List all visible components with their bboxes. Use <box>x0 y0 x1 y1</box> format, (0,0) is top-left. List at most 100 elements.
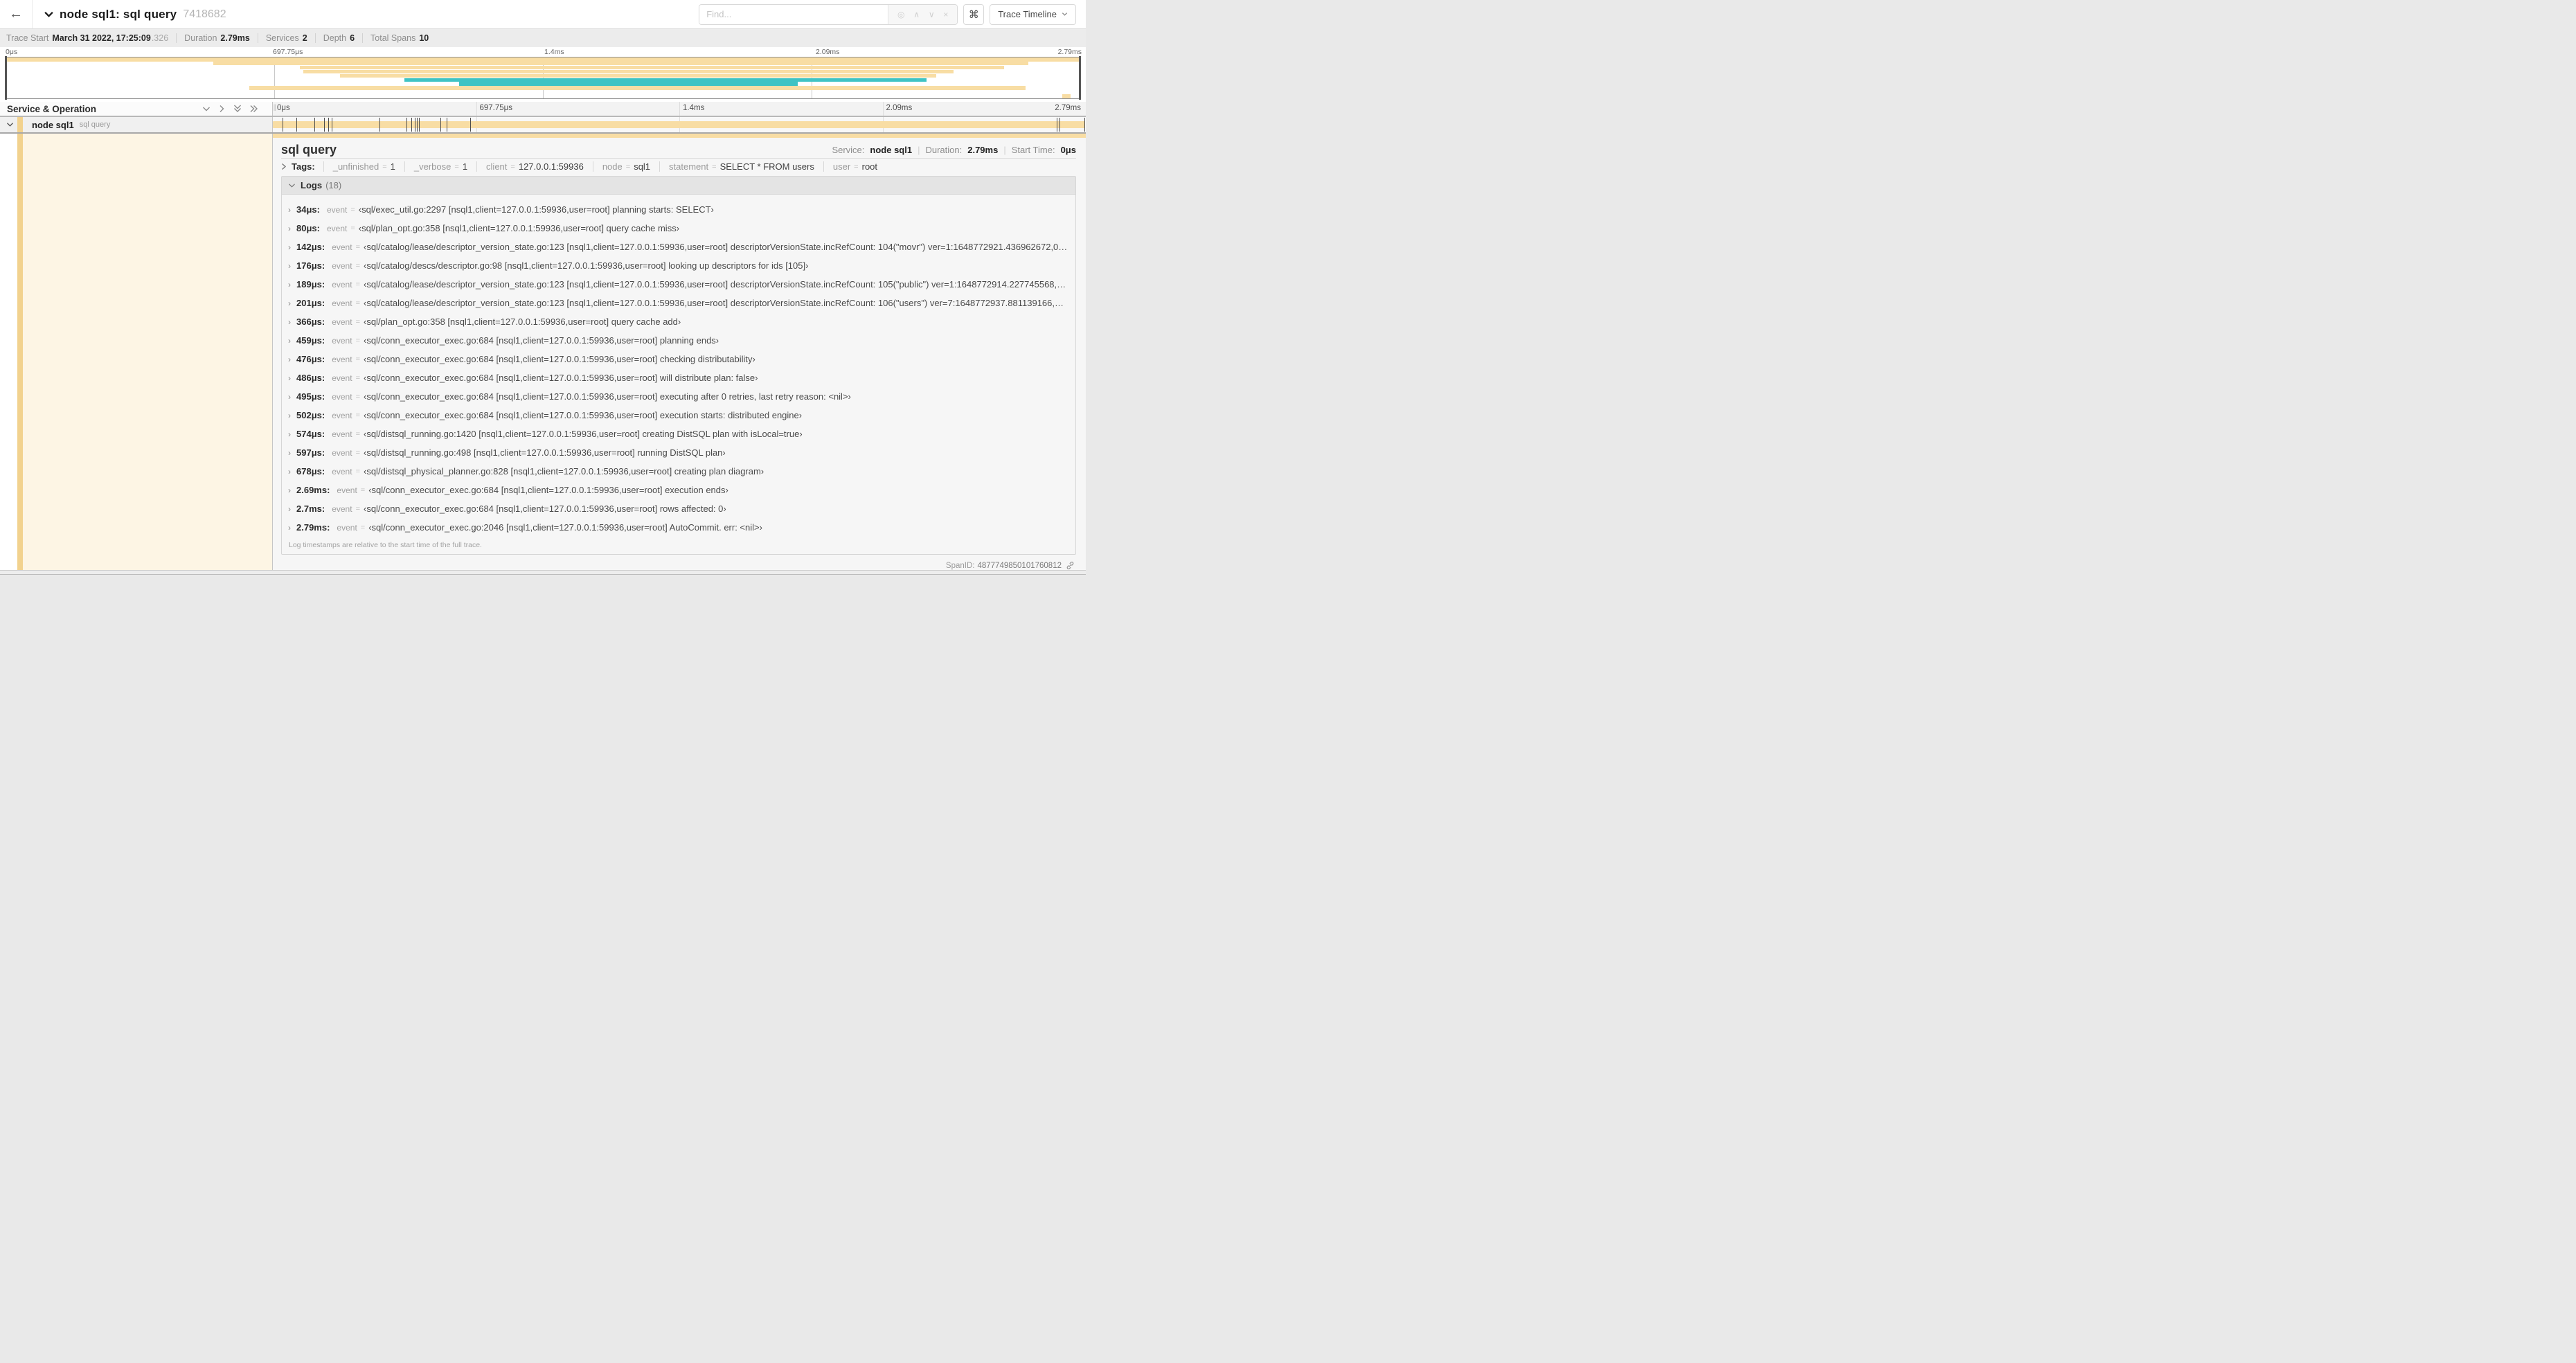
span-collapse-chevron-icon[interactable] <box>6 122 14 127</box>
deep-link-icon[interactable] <box>1066 561 1075 570</box>
trace-timeline-page: ← node sql1: sql query 7418682 ◎ ∧ ∨ × ⌘… <box>0 0 1086 575</box>
logs-accordion-header[interactable]: Logs (18) <box>282 177 1075 195</box>
previous-result-icon[interactable]: ∧ <box>913 10 920 19</box>
minimap-span-bar <box>1062 94 1071 98</box>
tag-key: user <box>832 161 851 172</box>
log-message: ‹sql/conn_executor_exec.go:684 [nsql1,cl… <box>364 391 851 402</box>
log-entry[interactable]: › 502μs: event = ‹sql/conn_executor_exec… <box>288 406 1068 425</box>
log-entry[interactable]: › 201μs: event = ‹sql/catalog/lease/desc… <box>288 294 1068 312</box>
find-input[interactable] <box>699 4 888 24</box>
minimap-span-bar <box>339 73 937 78</box>
minimap-span-bar <box>303 69 954 74</box>
log-entry[interactable]: › 678μs: event = ‹sql/distsql_physical_p… <box>288 462 1068 481</box>
keyboard-shortcuts-button[interactable]: ⌘ <box>963 3 985 25</box>
back-button[interactable]: ← <box>0 0 33 28</box>
chevron-right-icon: › <box>288 466 291 476</box>
expand-one-icon[interactable] <box>219 105 225 113</box>
log-entry[interactable]: › 2.79ms: event = ‹sql/conn_executor_exe… <box>288 518 1068 537</box>
log-entry[interactable]: › 476μs: event = ‹sql/conn_executor_exec… <box>288 350 1068 368</box>
log-field-name: event <box>332 242 352 252</box>
minimap-tick-label: 1.4ms <box>544 48 564 56</box>
view-selector-button[interactable]: Trace Timeline <box>990 3 1076 25</box>
log-entry[interactable]: › 176μs: event = ‹sql/catalog/descs/desc… <box>288 256 1068 275</box>
log-message: ‹sql/plan_opt.go:358 [nsql1,client=127.0… <box>358 223 680 233</box>
equals-sign: = <box>712 162 717 171</box>
log-entry[interactable]: › 597μs: event = ‹sql/distsql_running.go… <box>288 443 1068 462</box>
chevron-right-icon: › <box>288 354 291 364</box>
chevron-right-icon: › <box>288 504 291 514</box>
equals-sign: = <box>360 523 366 532</box>
minimap-right-drag-handle[interactable] <box>1079 56 1081 100</box>
log-entry[interactable]: › 486μs: event = ‹sql/conn_executor_exec… <box>288 368 1068 387</box>
match-target-icon[interactable]: ◎ <box>897 10 904 19</box>
log-message: ‹sql/distsql_running.go:1420 [nsql1,clie… <box>364 429 803 439</box>
logs-list: › 34μs: event = ‹sql/exec_util.go:2297 [… <box>282 195 1075 538</box>
tag-key: node <box>602 161 623 172</box>
find-controls: ◎ ∧ ∨ × <box>888 4 958 24</box>
log-entry[interactable]: › 142μs: event = ‹sql/catalog/lease/desc… <box>288 238 1068 256</box>
expand-all-icon[interactable] <box>250 105 258 113</box>
span-color-stripe <box>17 117 23 132</box>
collapse-all-icon[interactable] <box>233 105 242 113</box>
column-resizer-handle[interactable]: || <box>274 104 276 112</box>
log-entry[interactable]: › 2.69ms: event = ‹sql/conn_executor_exe… <box>288 481 1068 499</box>
span-duration-bar[interactable] <box>273 121 1085 128</box>
log-entry[interactable]: › 459μs: event = ‹sql/conn_executor_exec… <box>288 331 1068 350</box>
equals-sign: = <box>355 373 360 382</box>
clear-search-icon[interactable]: × <box>943 10 948 19</box>
span-row-timeline-cell[interactable] <box>273 117 1086 132</box>
log-field-name: event <box>337 485 357 495</box>
log-marker-tick <box>417 118 418 132</box>
log-field-name: event <box>337 522 357 533</box>
log-entry[interactable]: › 34μs: event = ‹sql/exec_util.go:2297 [… <box>288 200 1068 219</box>
timeline-tick-label: 1.4ms <box>683 104 705 112</box>
chevron-down-icon <box>1062 12 1068 17</box>
log-timestamp: 2.69ms: <box>296 485 330 495</box>
horizontal-scrollbar-track[interactable] <box>0 570 1086 574</box>
chevron-right-icon: › <box>288 298 291 308</box>
span-operation-name: sql query <box>79 121 111 129</box>
log-message: ‹sql/catalog/lease/descriptor_version_st… <box>364 279 1068 289</box>
timeline-header-row: Service & Operation || 0μs 697.75μs 1.4m… <box>0 102 1086 117</box>
log-timestamp: 495μs: <box>296 391 325 402</box>
equals-sign: = <box>355 411 360 420</box>
trace-minimap-scrubber[interactable] <box>5 56 1081 100</box>
span-row[interactable]: node sql1 sql query <box>0 117 1086 132</box>
equals-sign: = <box>355 317 360 326</box>
duration-value: 2.79ms <box>967 145 999 156</box>
log-entry[interactable]: › 2.7ms: event = ‹sql/conn_executor_exec… <box>288 499 1068 518</box>
log-field-name: event <box>332 260 352 271</box>
collapse-one-icon[interactable] <box>202 106 211 112</box>
next-result-icon[interactable]: ∨ <box>929 10 935 19</box>
chevron-right-icon: › <box>288 522 291 533</box>
tag-item: node = sql1 <box>592 161 659 172</box>
service-operation-title: Service & Operation <box>7 103 97 114</box>
equals-sign: = <box>355 467 360 476</box>
logs-count: (18) <box>325 180 342 190</box>
tags-accordion[interactable]: Tags: _unfinished = 1 _verbose = 1 clien… <box>281 159 1076 175</box>
service-label: Service: <box>832 145 865 156</box>
log-message: ‹sql/conn_executor_exec.go:684 [nsql1,cl… <box>364 335 719 346</box>
span-id-row: SpanID: 4877749850101760812 <box>281 555 1076 570</box>
log-entry[interactable]: › 189μs: event = ‹sql/catalog/lease/desc… <box>288 275 1068 294</box>
logs-title: Logs <box>301 180 323 190</box>
chevron-right-icon: › <box>288 410 291 420</box>
tag-item: _verbose = 1 <box>404 161 476 172</box>
chevron-right-icon[interactable] <box>281 163 287 170</box>
span-row-name-cell[interactable]: node sql1 sql query <box>0 117 273 132</box>
span-detail-header: sql query Service: node sql1 | Duration: 2… <box>281 142 1076 159</box>
chevron-right-icon: › <box>288 204 291 215</box>
log-marker-tick <box>470 118 472 132</box>
divider: | <box>918 145 920 156</box>
log-entry[interactable]: › 80μs: event = ‹sql/plan_opt.go:358 [ns… <box>288 219 1068 238</box>
log-entry[interactable]: › 574μs: event = ‹sql/distsql_running.go… <box>288 425 1068 443</box>
service-value: node sql1 <box>870 145 913 156</box>
equals-sign: = <box>355 280 360 289</box>
trace-collapse-chevron-icon[interactable] <box>44 10 54 18</box>
log-entry[interactable]: › 495μs: event = ‹sql/conn_executor_exec… <box>288 387 1068 406</box>
log-entry[interactable]: › 366μs: event = ‹sql/plan_opt.go:358 [n… <box>288 312 1068 331</box>
log-message: ‹sql/conn_executor_exec.go:684 [nsql1,cl… <box>364 354 755 364</box>
minimap-left-drag-handle[interactable] <box>5 56 7 100</box>
log-timestamp: 34μs: <box>296 204 320 215</box>
page-header: ← node sql1: sql query 7418682 ◎ ∧ ∨ × ⌘… <box>0 0 1086 29</box>
